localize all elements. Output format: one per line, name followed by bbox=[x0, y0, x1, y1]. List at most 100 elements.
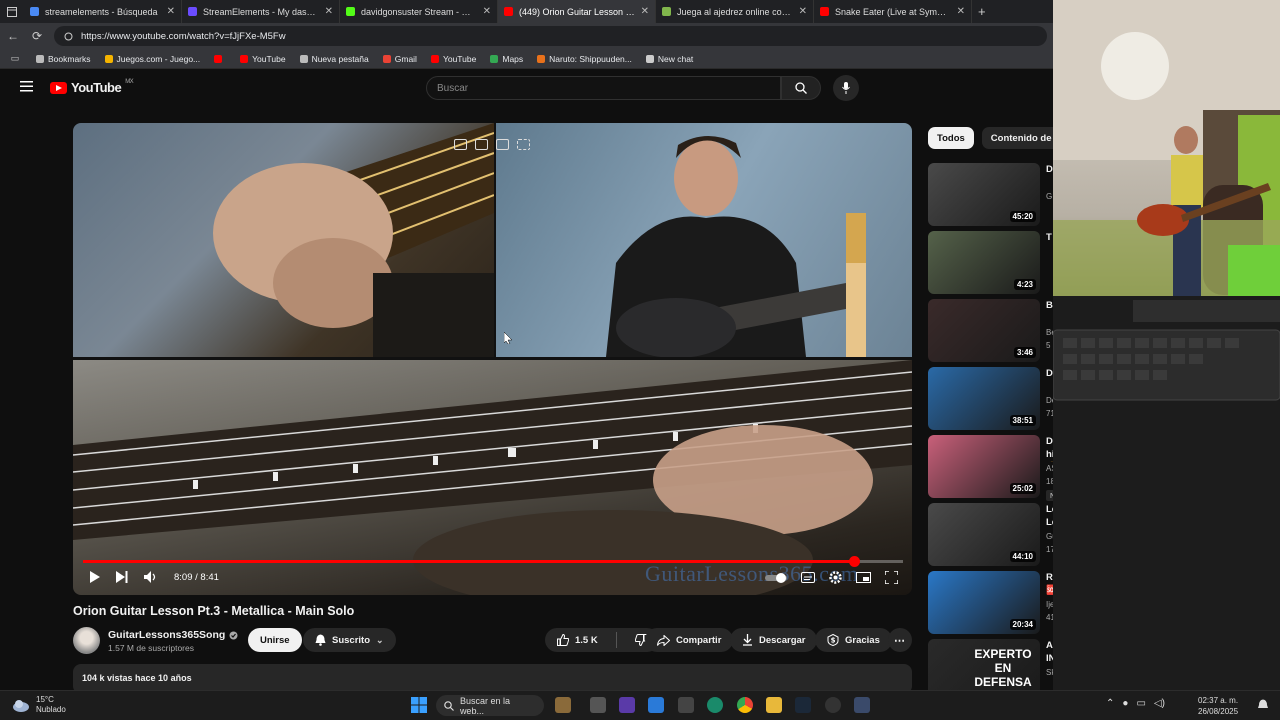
video-thumbnail[interactable]: 45:20 bbox=[928, 163, 1040, 226]
bookmark-item[interactable] bbox=[214, 54, 226, 64]
browser-tab[interactable]: davidgonsuster Stream - Watch Live ✕ bbox=[340, 0, 498, 23]
tab-close-icon[interactable]: ✕ bbox=[325, 6, 333, 17]
fullscreen-button[interactable] bbox=[885, 571, 898, 584]
volume-icon[interactable]: ◁) bbox=[1154, 698, 1165, 709]
bookmark-item[interactable]: YouTube bbox=[240, 54, 286, 64]
steam-icon[interactable] bbox=[795, 697, 811, 713]
microphone-icon bbox=[842, 82, 850, 94]
sidebar-toggle-icon[interactable]: ▭ bbox=[8, 53, 22, 64]
chrome-icon[interactable] bbox=[737, 697, 753, 713]
network-icon[interactable]: ▭ bbox=[1136, 698, 1145, 709]
video-thumbnail[interactable]: 3:46 bbox=[928, 299, 1040, 362]
tab-close-icon[interactable]: ✕ bbox=[167, 6, 175, 17]
bookmark-favicon-icon bbox=[36, 54, 44, 63]
url-field[interactable]: https://www.youtube.com/watch?v=fJjFXe-M… bbox=[54, 26, 1047, 46]
video-thumbnail[interactable]: 4:23 bbox=[928, 231, 1040, 294]
video-thumbnail[interactable]: 44:10 bbox=[928, 503, 1040, 566]
subscribed-button[interactable]: Suscrito ⌄ bbox=[303, 628, 396, 652]
video-duration: 44:10 bbox=[1009, 551, 1036, 562]
bookmark-label: YouTube bbox=[442, 53, 477, 64]
miniplayer-icon bbox=[856, 572, 871, 583]
new-tab-button[interactable]: + bbox=[978, 4, 986, 19]
video-thumbnail[interactable]: 20:34 bbox=[928, 571, 1040, 634]
bookmark-item[interactable]: New chat bbox=[645, 54, 693, 64]
tab-menu-icon[interactable] bbox=[0, 6, 24, 17]
browser-tab[interactable]: Snake Eater (Live at Symphony Hall) ✕ bbox=[814, 0, 972, 23]
tab-close-icon[interactable]: ✕ bbox=[641, 6, 649, 17]
region-code: MX bbox=[125, 78, 134, 85]
clock[interactable]: 02:37 a. m. 26/08/2025 bbox=[1198, 695, 1238, 717]
overlay-tool-icon[interactable] bbox=[475, 139, 488, 150]
browser-tab[interactable]: Juega al ajedrez online contra el ordena… bbox=[656, 0, 814, 23]
filter-chip[interactable]: Todos bbox=[928, 127, 974, 149]
chevron-up-icon[interactable]: ⌃ bbox=[1106, 698, 1114, 709]
volume-button[interactable] bbox=[144, 571, 158, 583]
progress-scrubber[interactable] bbox=[848, 556, 860, 567]
miniplayer-button[interactable] bbox=[856, 572, 871, 583]
search-button[interactable] bbox=[781, 76, 821, 100]
overlay-tool-icon[interactable] bbox=[496, 139, 509, 150]
voice-search-button[interactable] bbox=[833, 75, 859, 101]
tab-close-icon[interactable]: ✕ bbox=[957, 6, 965, 17]
more-actions-button[interactable]: ⋯ bbox=[888, 628, 912, 652]
webcam-overlay bbox=[1053, 0, 1280, 720]
back-button[interactable]: ← bbox=[6, 29, 20, 43]
share-button[interactable]: Compartir bbox=[645, 628, 734, 652]
taskbar-search[interactable]: Buscar en la web... bbox=[436, 695, 544, 716]
microphone-icon[interactable]: ● bbox=[1122, 698, 1128, 709]
bookmark-item[interactable]: Juegos.com - Juego... bbox=[104, 54, 200, 64]
bookmark-item[interactable]: Bookmarks bbox=[36, 54, 91, 64]
edge-icon[interactable] bbox=[707, 697, 723, 713]
browser-tab[interactable]: streamelements - Búsqueda ✕ bbox=[24, 0, 182, 23]
autoplay-toggle[interactable] bbox=[765, 572, 787, 583]
file-explorer-icon[interactable] bbox=[766, 697, 782, 713]
join-button[interactable]: Unirse bbox=[248, 628, 302, 652]
like-button[interactable]: 1.5 K bbox=[545, 628, 610, 652]
progress-bar[interactable] bbox=[83, 556, 903, 567]
site-info-icon[interactable] bbox=[64, 32, 73, 41]
video-thumbnail[interactable]: 25:02 bbox=[928, 435, 1040, 498]
bookmark-item[interactable]: Maps bbox=[490, 54, 523, 64]
overlay-tool-icon[interactable] bbox=[517, 139, 530, 150]
play-button[interactable] bbox=[89, 571, 100, 583]
windows-start-button[interactable] bbox=[411, 697, 427, 713]
bookmark-item[interactable]: YouTube bbox=[430, 53, 477, 64]
bookmark-item[interactable]: Gmail bbox=[382, 54, 417, 64]
thanks-button[interactable]: $ Gracias bbox=[815, 628, 892, 652]
channel-avatar[interactable] bbox=[73, 627, 100, 654]
teams-icon[interactable] bbox=[619, 697, 635, 713]
settings-button[interactable] bbox=[829, 571, 842, 584]
bookmark-favicon-icon bbox=[382, 54, 391, 63]
channel-name[interactable]: GuitarLessons365Song bbox=[108, 629, 238, 641]
video-duration: 20:34 bbox=[1009, 619, 1036, 630]
subtitles-button[interactable] bbox=[801, 572, 815, 583]
bookmark-item[interactable]: Nueva pestaña bbox=[299, 54, 369, 64]
windows-logo-icon bbox=[411, 697, 427, 713]
youtube-logo[interactable]: YouTube MX bbox=[50, 78, 134, 95]
browser-tab[interactable]: StreamElements - My dashboard ✕ bbox=[182, 0, 340, 23]
widget-app-icon[interactable] bbox=[555, 697, 571, 713]
settings-app-icon[interactable] bbox=[854, 697, 870, 713]
store-icon[interactable] bbox=[678, 697, 694, 713]
video-thumbnail[interactable]: 38:51 bbox=[928, 367, 1040, 430]
search-input[interactable]: Buscar bbox=[426, 76, 781, 100]
chevron-down-icon: ⌄ bbox=[376, 634, 384, 645]
weather-widget[interactable]: 15°C Nublado bbox=[12, 695, 66, 715]
copilot-icon[interactable] bbox=[648, 697, 664, 713]
next-button[interactable] bbox=[116, 571, 128, 583]
notification-bell-icon[interactable] bbox=[1258, 699, 1268, 711]
download-button[interactable]: Descargar bbox=[730, 628, 818, 652]
video-player[interactable]: GuitarLessons365.com 8:09 / 8:41 bbox=[73, 123, 912, 595]
video-frame-guitarist bbox=[496, 123, 912, 357]
browser-tab[interactable]: (449) Orion Guitar Lesson Pt.3 - Metalli… bbox=[498, 0, 656, 23]
hamburger-menu-icon[interactable] bbox=[20, 81, 33, 92]
download-label: Descargar bbox=[759, 634, 806, 646]
tab-close-icon[interactable]: ✕ bbox=[799, 6, 807, 17]
overlay-tool-icon[interactable] bbox=[454, 139, 467, 150]
task-view-icon[interactable] bbox=[590, 697, 606, 713]
reload-button[interactable]: ⟳ bbox=[30, 29, 44, 43]
tab-close-icon[interactable]: ✕ bbox=[483, 6, 491, 17]
obs-icon[interactable] bbox=[825, 697, 841, 713]
bookmark-item[interactable]: Naruto: Shippuuden... bbox=[537, 54, 632, 64]
search-icon bbox=[444, 700, 454, 711]
